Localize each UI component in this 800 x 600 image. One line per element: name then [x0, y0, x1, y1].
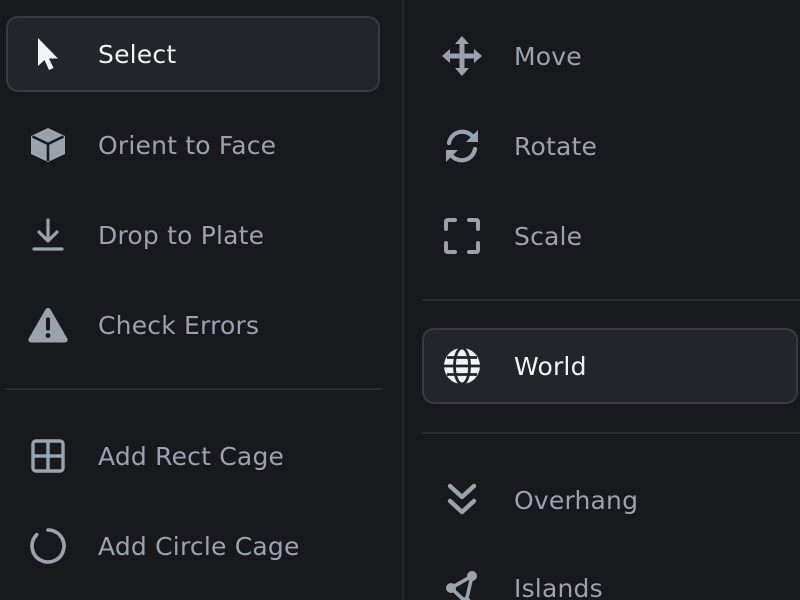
cube-icon	[26, 123, 70, 167]
islands-analysis-button[interactable]: Islands	[422, 550, 796, 600]
check-errors-label: Check Errors	[98, 310, 260, 340]
scale-tool-label: Scale	[514, 221, 583, 251]
globe-icon	[440, 344, 484, 388]
overhang-analysis-label: Overhang	[514, 485, 639, 515]
rotate-tool-button[interactable]: Rotate	[422, 108, 796, 184]
orient-to-face-label: Orient to Face	[98, 130, 277, 160]
rotate-icon	[440, 124, 484, 168]
islands-analysis-label: Islands	[514, 573, 603, 600]
add-rect-cage-label: Add Rect Cage	[98, 441, 285, 471]
double-chevron-down-icon	[440, 478, 484, 522]
add-circle-cage-button[interactable]: Add Circle Cage	[6, 508, 380, 584]
download-arrow-icon	[26, 213, 70, 257]
rotate-tool-label: Rotate	[514, 131, 598, 161]
drop-to-plate-button[interactable]: Drop to Plate	[6, 197, 380, 273]
drop-to-plate-label: Drop to Plate	[98, 220, 265, 250]
right-section-divider-top	[422, 299, 800, 301]
move-tool-label: Move	[514, 41, 582, 71]
warning-triangle-icon	[26, 303, 70, 347]
world-space-toggle-button[interactable]: World	[422, 328, 798, 404]
right-section-divider-bottom	[422, 432, 800, 434]
add-rect-cage-button[interactable]: Add Rect Cage	[6, 418, 380, 494]
orient-to-face-button[interactable]: Orient to Face	[6, 107, 380, 183]
circle-ring-icon	[26, 524, 70, 568]
check-errors-button[interactable]: Check Errors	[6, 287, 380, 363]
islands-nodes-icon	[440, 566, 484, 600]
scale-tool-button[interactable]: Scale	[422, 198, 796, 274]
left-tool-panel: Select Orient to Face Drop to Plate Chec…	[0, 0, 402, 600]
right-tool-panel: Move Rotate Scale World Overhang Islands	[404, 0, 800, 600]
world-space-label: World	[514, 351, 587, 381]
select-tool-button[interactable]: Select	[6, 16, 380, 92]
cursor-arrow-icon	[26, 32, 70, 76]
select-tool-label: Select	[98, 39, 177, 69]
overhang-analysis-button[interactable]: Overhang	[422, 462, 796, 538]
left-section-divider	[6, 388, 382, 390]
move-tool-button[interactable]: Move	[422, 18, 796, 94]
scale-corners-icon	[440, 214, 484, 258]
move-arrows-icon	[440, 34, 484, 78]
grid-square-icon	[26, 434, 70, 478]
add-circle-cage-label: Add Circle Cage	[98, 531, 300, 561]
